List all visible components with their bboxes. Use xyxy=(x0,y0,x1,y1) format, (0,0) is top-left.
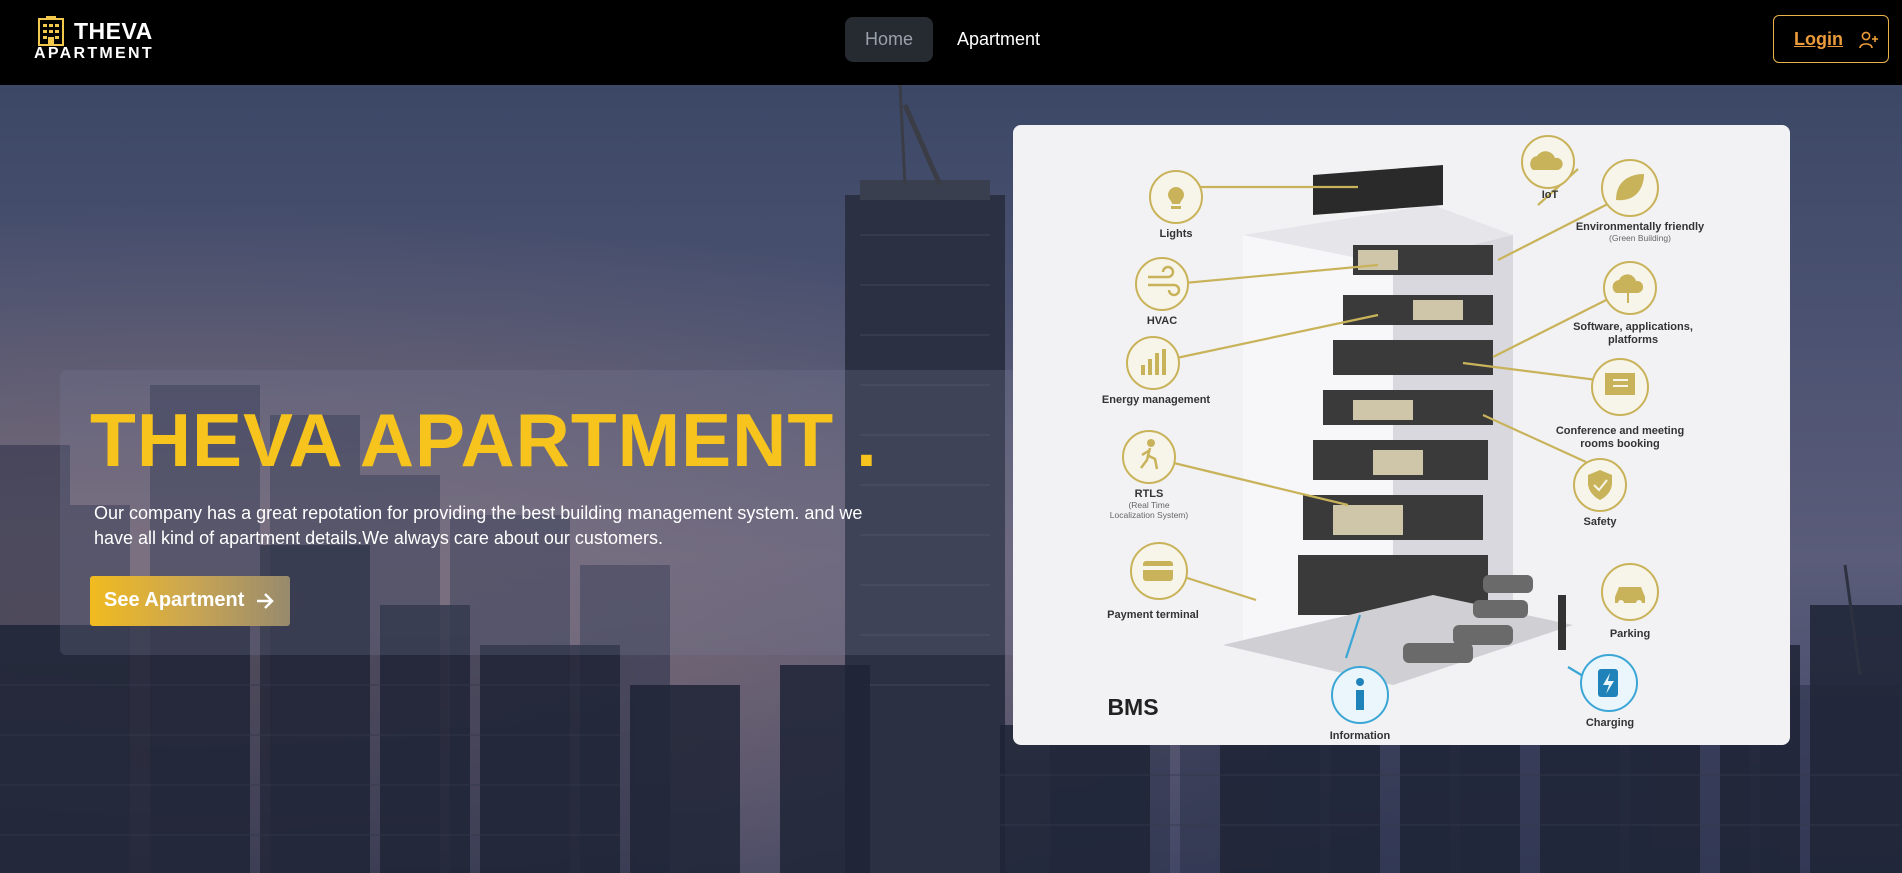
navbar: THEVA APARTMENT Home Apartment Login xyxy=(0,0,1902,85)
building-illustration xyxy=(1223,165,1573,685)
feature-label-green: Environmentally friendly xyxy=(1576,221,1705,233)
lights-icon xyxy=(1149,170,1203,224)
user-plus-icon xyxy=(1859,31,1878,49)
credit-card-icon xyxy=(1130,542,1188,600)
feature-label-payment: Payment terminal xyxy=(1107,609,1199,621)
feature-label-rtls: RTLS xyxy=(1135,488,1164,500)
building-icon xyxy=(38,16,64,46)
info-icon xyxy=(1331,666,1389,724)
feature-label-iot: IoT xyxy=(1542,189,1559,201)
bms-diagram: Lights HVAC Energy management RTLS (Real… xyxy=(1102,135,1705,742)
presentation-board-icon xyxy=(1591,358,1649,416)
see-apartment-button[interactable]: See Apartment xyxy=(90,576,290,626)
logo-text-primary: THEVA xyxy=(74,18,153,44)
feature-label-lights: Lights xyxy=(1160,228,1193,240)
login-label: Login xyxy=(1794,29,1843,49)
feature-label-safety: Safety xyxy=(1583,516,1617,528)
feature-label-information: Information xyxy=(1330,730,1391,742)
see-apartment-label: See Apartment xyxy=(104,589,245,611)
nav-link-apartment[interactable]: Apartment xyxy=(953,17,1067,62)
bms-title: BMS xyxy=(1107,694,1158,720)
ev-charging-icon xyxy=(1580,654,1638,712)
leaf-icon xyxy=(1601,159,1659,217)
feature-sub-rtls-1: (Real Time xyxy=(1128,500,1169,510)
hero-title: THEVA APARTMENT . xyxy=(90,398,878,482)
feature-label-conference-1: Conference and meeting xyxy=(1556,425,1684,437)
car-icon xyxy=(1601,563,1659,621)
cloud-network-icon xyxy=(1603,261,1657,315)
wind-icon xyxy=(1135,257,1189,311)
feature-label-parking: Parking xyxy=(1610,628,1650,640)
feature-label-conference-2: rooms booking xyxy=(1580,438,1659,450)
logo-text-secondary: APARTMENT xyxy=(34,45,154,62)
walking-person-icon xyxy=(1122,430,1176,484)
feature-label-charging: Charging xyxy=(1586,717,1634,729)
feature-label-software-2: platforms xyxy=(1608,334,1658,346)
cloud-wifi-icon xyxy=(1521,135,1575,189)
nav-link-home[interactable]: Home xyxy=(845,17,933,62)
hero-description: Our company has a great repotation for p… xyxy=(94,503,863,548)
feature-sub-green: (Green Building) xyxy=(1609,233,1671,243)
arrow-right-icon xyxy=(257,593,274,609)
feature-label-software-1: Software, applications, xyxy=(1573,321,1693,333)
feature-label-hvac: HVAC xyxy=(1147,315,1177,327)
login-button[interactable]: Login xyxy=(1773,15,1889,63)
shield-check-icon xyxy=(1573,458,1627,512)
feature-sub-rtls-2: Localization System) xyxy=(1110,510,1189,520)
brand-logo[interactable]: THEVA APARTMENT xyxy=(34,14,154,62)
bms-illustration-card: Lights HVAC Energy management RTLS (Real… xyxy=(1013,125,1790,745)
hero-section: THEVA APARTMENT . Our company has a grea… xyxy=(0,85,1902,873)
feature-label-energy: Energy management xyxy=(1102,394,1211,406)
bar-chart-icon xyxy=(1126,336,1180,390)
